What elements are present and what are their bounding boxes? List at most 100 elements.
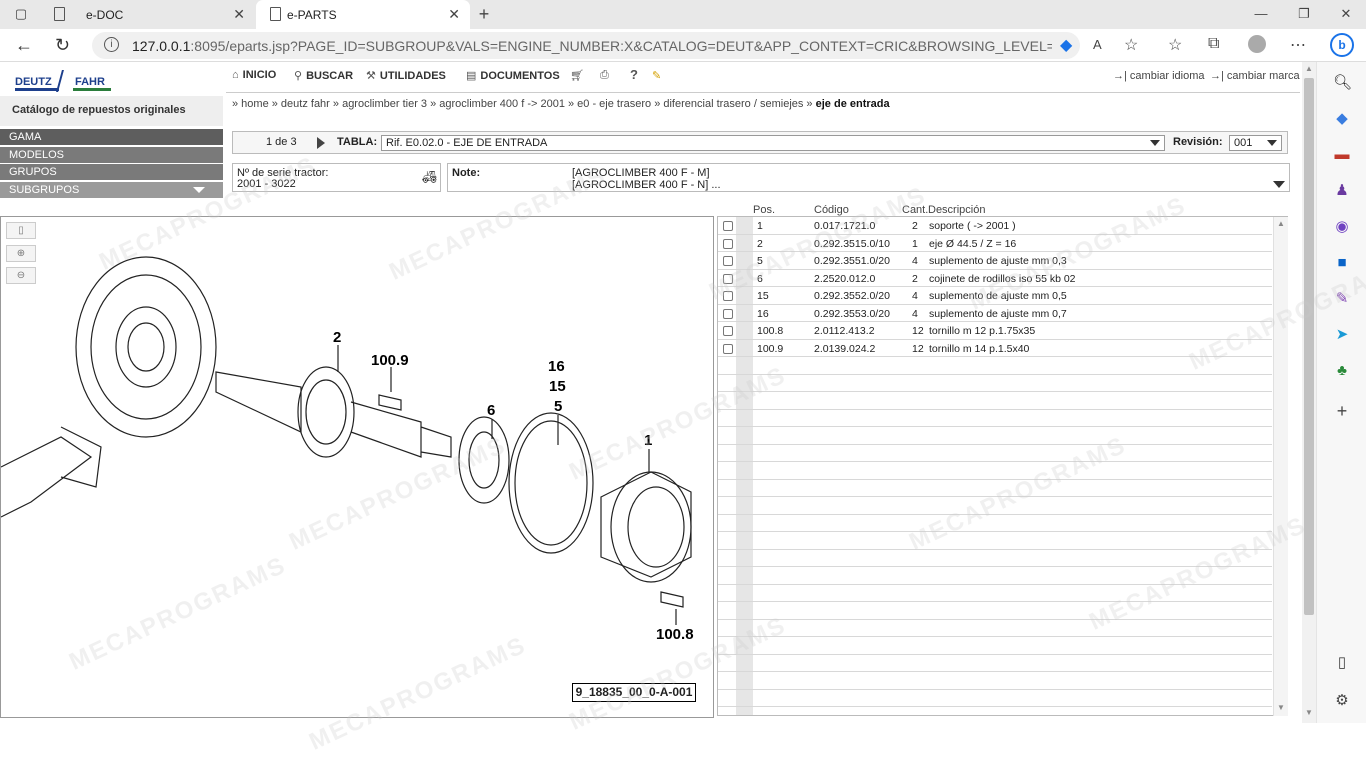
row-checkbox[interactable] — [723, 221, 733, 231]
table-row[interactable]: 6 2.2520.012.0 2 cojinete de rodillos iso 5… — [718, 270, 1272, 287]
read-aloud-icon[interactable]: A — [1093, 37, 1102, 52]
next-page-icon[interactable] — [317, 137, 325, 149]
scroll-down-icon[interactable]: ▼ — [1277, 703, 1285, 712]
games-icon[interactable]: ♟ — [1333, 182, 1351, 200]
change-language-link[interactable]: →| cambiar idioma — [1113, 70, 1205, 82]
menu-gama[interactable]: GAMA — [0, 129, 223, 145]
fit-view-icon[interactable]: ▯ — [6, 222, 36, 239]
cart-icon[interactable]: 🛒︎ — [570, 69, 584, 82]
table-row[interactable]: 5 0.292.3551.0/20 4 suplemento de ajuste mm… — [718, 252, 1272, 270]
minimize-icon[interactable]: — — [1253, 6, 1269, 22]
chevron-down-icon — [193, 187, 205, 193]
tools-icon: ⚒ — [366, 70, 376, 82]
scroll-down-icon[interactable]: ▼ — [1305, 708, 1313, 717]
row-checkbox[interactable] — [723, 326, 733, 336]
breadcrumb-path[interactable]: » home » deutz fahr » agroclimber tier 3… — [232, 98, 813, 110]
menu-modelos[interactable]: MODELOS — [0, 147, 223, 163]
tools-icon[interactable]: ▬ — [1333, 146, 1351, 164]
menu-grupos[interactable]: GRUPOS — [0, 164, 223, 180]
note-box: Note: [AGROCLIMBER 400 F - M] [AGROCLIMB… — [447, 163, 1290, 192]
restore-icon[interactable]: ❐ — [1296, 6, 1312, 22]
browser-tab-edoc[interactable]: e-DOC ✕ — [40, 0, 255, 29]
close-icon[interactable]: ✕ — [448, 6, 460, 23]
table-row — [718, 392, 1272, 410]
favorite-add-icon[interactable]: ☆ — [1124, 35, 1138, 55]
sidebar-layout-icon[interactable]: ▯ — [1333, 654, 1351, 672]
tab-actions-icon[interactable]: ▢ — [13, 6, 29, 22]
row-checkbox[interactable] — [723, 238, 733, 249]
zoom-out-icon[interactable]: ⊖ — [6, 267, 36, 284]
microsoft365-icon[interactable]: ◉ — [1333, 218, 1351, 236]
home-icon: ⌂ — [232, 69, 239, 81]
profile-avatar[interactable] — [1248, 35, 1266, 53]
close-icon[interactable]: ✕ — [233, 6, 245, 23]
send-icon[interactable]: ➤ — [1333, 326, 1351, 344]
chevron-down-icon[interactable] — [1273, 181, 1285, 188]
settings-icon[interactable]: ⚙ — [1333, 692, 1351, 710]
zoom-in-icon[interactable]: ⊕ — [6, 245, 36, 262]
page-scrollbar[interactable]: ▲ ▼ — [1302, 62, 1316, 723]
help-icon[interactable]: ? — [630, 67, 638, 82]
nav-utilidades[interactable]: ⚒ UTILIDADES — [366, 69, 446, 82]
refresh-icon[interactable]: ↻ — [55, 35, 70, 55]
scroll-up-icon[interactable]: ▲ — [1277, 219, 1285, 228]
nav-documentos-label: DOCUMENTOS — [480, 70, 560, 82]
bing-chat-icon[interactable]: b — [1330, 33, 1354, 57]
scroll-thumb[interactable] — [1304, 78, 1314, 615]
table-row[interactable]: 16 0.292.3553.0/20 4 suplemento de ajuste m… — [718, 305, 1272, 322]
print-icon[interactable]: ⎙ — [600, 69, 609, 82]
exploded-drawing[interactable]: 2 100.9 6 16 15 5 1 100.8 ▯ ⊕ ⊖ — [0, 216, 714, 718]
url-text[interactable]: 127.0.0.1:8095/eparts.jsp?PAGE_ID=SUBGRO… — [132, 38, 1052, 54]
notes-icon[interactable]: ✎ — [652, 69, 661, 82]
row-checkbox[interactable] — [723, 291, 733, 301]
row-checkbox[interactable] — [723, 273, 733, 284]
back-icon[interactable]: ← — [15, 35, 33, 55]
row-checkbox[interactable] — [723, 256, 733, 266]
shopping-tag-icon[interactable]: ◆ — [1333, 110, 1351, 128]
table-row — [718, 532, 1272, 550]
table-row[interactable]: 15 0.292.3552.0/20 4 suplemento de ajuste m… — [718, 287, 1272, 305]
cell-code: 2.0139.024.2 — [814, 342, 876, 355]
cell-pos: 5 — [757, 255, 763, 267]
row-checkbox[interactable] — [723, 343, 733, 354]
nav-buscar[interactable]: ⚲ BUSCAR — [294, 69, 353, 82]
search-icon[interactable]: 🔍︎ — [1333, 74, 1352, 92]
outlook-icon[interactable]: ■ — [1333, 254, 1351, 272]
parts-scrollbar[interactable]: ▲ ▼ — [1273, 217, 1288, 716]
change-brand-link[interactable]: →| cambiar marca — [1210, 70, 1300, 82]
divider — [226, 92, 1300, 93]
row-checkbox[interactable] — [723, 308, 733, 319]
table-row[interactable]: 100.8 2.0112.413.2 12 tornillo m 12 p.1.75x… — [718, 322, 1272, 340]
browser-tab-bar: ▢ e-DOC ✕ e-PARTS ✕ + — ❐ ✕ — [0, 0, 1366, 29]
tree-icon[interactable]: ♣ — [1333, 362, 1351, 380]
collections-icon[interactable]: ⧉ — [1208, 35, 1219, 53]
revision-select[interactable]: 001 — [1229, 135, 1282, 151]
window-close-icon[interactable]: ✕ — [1338, 6, 1354, 22]
cell-desc: tornillo m 12 p.1.75x35 — [929, 325, 1036, 337]
tractor-icon[interactable]: 🚜︎ — [422, 170, 437, 184]
menu-subgrupos[interactable]: SUBGRUPOS — [0, 182, 223, 198]
more-menu-icon[interactable]: ⋯ — [1290, 35, 1306, 55]
designer-icon[interactable]: ✎ — [1333, 290, 1351, 308]
url-field[interactable]: i 127.0.0.1:8095/eparts.jsp?PAGE_ID=SUBG… — [92, 32, 1080, 59]
logo-bar — [73, 88, 111, 91]
new-tab-icon[interactable]: + — [476, 5, 492, 23]
info-icon[interactable]: i — [104, 37, 119, 52]
table-row — [718, 602, 1272, 620]
callout-16: 16 — [548, 358, 565, 375]
tag-icon[interactable]: ◆ — [1060, 35, 1072, 55]
nav-documentos[interactable]: ▤ DOCUMENTOS — [466, 69, 560, 82]
table-row — [718, 585, 1272, 602]
add-icon[interactable]: + — [1333, 402, 1351, 420]
scroll-up-icon[interactable]: ▲ — [1305, 64, 1313, 73]
table-row — [718, 410, 1272, 427]
table-select[interactable]: Rif. E0.02.0 - EJE DE ENTRADA — [381, 135, 1165, 151]
favorites-icon[interactable]: ☆ — [1168, 35, 1182, 55]
table-row[interactable]: 1 0.017.1721.0 2 soporte ( -> 2001 ) — [718, 217, 1272, 235]
table-row[interactable]: 100.9 2.0139.024.2 12 tornillo m 14 p.1.5x4… — [718, 340, 1272, 357]
cell-desc: soporte ( -> 2001 ) — [929, 220, 1016, 232]
nav-inicio[interactable]: ⌂ INICIO — [232, 69, 276, 81]
cell-code: 0.292.3552.0/20 — [814, 290, 890, 302]
browser-tab-eparts[interactable]: e-PARTS ✕ — [256, 0, 470, 29]
table-row[interactable]: 2 0.292.3515.0/10 1 eje Ø 44.5 / Z = 16 — [718, 235, 1272, 252]
